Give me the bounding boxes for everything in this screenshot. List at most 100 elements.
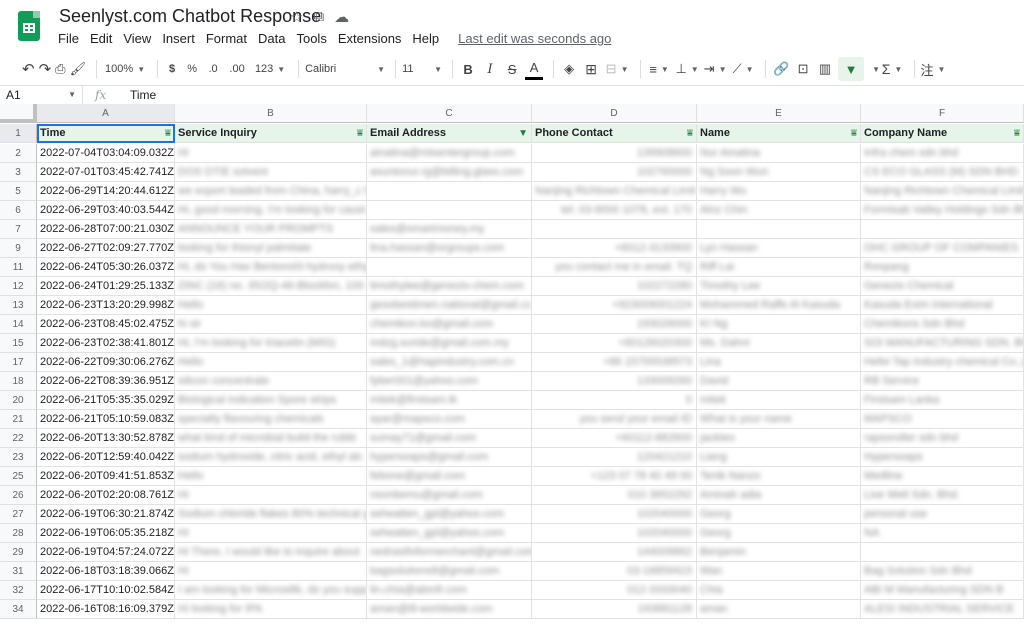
table-cell[interactable]: Formisab Valley Holdings Sdn Bh bbox=[861, 201, 1024, 220]
table-cell[interactable]: 102760000 bbox=[532, 163, 697, 182]
row-number[interactable]: 7 bbox=[0, 220, 37, 239]
table-cell[interactable]: +123 07 78 40 49 00 bbox=[532, 467, 697, 486]
row-number[interactable]: 18 bbox=[0, 372, 37, 391]
table-cell[interactable]: DOS DTIE solvent bbox=[175, 163, 367, 182]
insert-chart-icon[interactable]: ▥ bbox=[816, 57, 834, 81]
horizontal-align-icon[interactable]: ≡ ▼ bbox=[647, 57, 671, 81]
row-number[interactable]: 27 bbox=[0, 505, 37, 524]
column-header-a[interactable]: A bbox=[37, 104, 175, 123]
row-number[interactable]: 14 bbox=[0, 315, 37, 334]
table-cell[interactable]: Sodium chloride flakes 80% technical gr bbox=[175, 505, 367, 524]
column-header-e[interactable]: E bbox=[697, 104, 861, 123]
table-cell[interactable]: timothylee@genezis-chem.com bbox=[367, 277, 532, 296]
font-select[interactable]: Calibri ▼ bbox=[305, 57, 385, 81]
table-cell[interactable]: 2022-06-19T06:05:35.218Z bbox=[37, 524, 175, 543]
merge-cells-icon[interactable]: ⊟ ▼ bbox=[604, 57, 630, 81]
move-to-folder-icon[interactable]: ⧉ bbox=[313, 8, 324, 26]
table-cell[interactable] bbox=[367, 182, 532, 201]
table-cell[interactable]: chemikon.ko@gmail.com bbox=[367, 315, 532, 334]
table-cell[interactable]: 03-18859423 bbox=[532, 562, 697, 581]
percent-button[interactable]: % bbox=[184, 57, 200, 81]
table-cell[interactable]: 0 bbox=[532, 391, 697, 410]
increase-decimal-button[interactable]: .00 bbox=[226, 57, 248, 81]
table-cell[interactable]: ABI M Manufacturing SDN B bbox=[861, 581, 1024, 600]
italic-button[interactable]: I bbox=[481, 57, 499, 81]
header-cell-phone-contact[interactable]: Phone Contact ⩸ bbox=[532, 124, 697, 143]
last-edit-link[interactable]: Last edit was seconds ago bbox=[458, 31, 611, 46]
row-number[interactable]: 31 bbox=[0, 562, 37, 581]
row-number[interactable]: 11 bbox=[0, 258, 37, 277]
table-cell[interactable] bbox=[367, 201, 532, 220]
table-cell[interactable]: Hello bbox=[175, 467, 367, 486]
functions-button[interactable]: Σ ▼ bbox=[880, 57, 904, 81]
table-cell[interactable]: looking for thionyl palmitate bbox=[175, 239, 367, 258]
insert-link-icon[interactable]: 🔗 bbox=[772, 57, 790, 81]
formula-input[interactable]: Time bbox=[130, 86, 156, 104]
table-cell[interactable]: CS ECO GLASS (M) SDN BHD bbox=[861, 163, 1024, 182]
row-number[interactable]: 9 bbox=[0, 239, 37, 258]
table-cell[interactable]: 2022-06-29T14:20:44.612Z bbox=[37, 182, 175, 201]
header-cell-company-name[interactable]: Company Name ⩸ bbox=[861, 124, 1024, 143]
table-cell[interactable]: 012-3333040 bbox=[532, 581, 697, 600]
table-cell[interactable]: 139908600 bbox=[532, 144, 697, 163]
table-cell[interactable]: aman bbox=[697, 600, 861, 619]
table-cell[interactable]: Mohammed Raffe Al Kasuda bbox=[697, 296, 861, 315]
table-cell[interactable]: hi sir bbox=[175, 315, 367, 334]
table-cell[interactable]: 102272280 bbox=[532, 277, 697, 296]
filter-icon[interactable]: ▼ bbox=[838, 57, 865, 81]
row-number[interactable]: 17 bbox=[0, 353, 37, 372]
table-cell[interactable]: Hi looking for IPA bbox=[175, 600, 367, 619]
table-cell[interactable]: 010 3652292 bbox=[532, 486, 697, 505]
table-cell[interactable]: Georg bbox=[697, 524, 861, 543]
spreadsheet-grid[interactable]: A B C D E F 1 Time ⩸ Service Inquiry ⩸ Ema… bbox=[0, 104, 1024, 625]
table-cell[interactable] bbox=[367, 258, 532, 277]
menu-data[interactable]: Data bbox=[258, 31, 285, 46]
table-cell[interactable]: Chia bbox=[697, 581, 861, 600]
table-cell[interactable]: Hi, I'm looking for triacetin (MIG) bbox=[175, 334, 367, 353]
row-number[interactable]: 23 bbox=[0, 448, 37, 467]
table-cell[interactable]: Genezis Chemical bbox=[861, 277, 1024, 296]
table-cell[interactable]: lina.hassan@orgroups.com bbox=[367, 239, 532, 258]
filter-toggle-icon[interactable]: ⩸ bbox=[1014, 124, 1020, 142]
filter-toggle-icon[interactable]: ⩸ bbox=[165, 124, 171, 142]
table-cell[interactable]: febone@gmail.com bbox=[367, 467, 532, 486]
table-cell[interactable]: Hi, do You Hav Bentonol3 hydroxy ethy fi… bbox=[175, 258, 367, 277]
table-cell[interactable]: KI Ng bbox=[697, 315, 861, 334]
table-cell[interactable]: 2022-06-24T05:30:26.037Z bbox=[37, 258, 175, 277]
table-cell[interactable]: 2022-06-24T01:29:25.133Z bbox=[37, 277, 175, 296]
star-icon[interactable]: ☆ bbox=[290, 8, 303, 26]
column-header-c[interactable]: C bbox=[367, 104, 532, 123]
table-cell[interactable]: Kasuda Exim International bbox=[861, 296, 1024, 315]
menu-format[interactable]: Format bbox=[206, 31, 247, 46]
header-cell-service-inquiry[interactable]: Service Inquiry ⩸ bbox=[175, 124, 367, 143]
table-cell[interactable]: MAPSCO bbox=[861, 410, 1024, 429]
table-cell[interactable]: OHC GROUP OF COMPANIES bbox=[861, 239, 1024, 258]
table-cell[interactable]: Riff Lai bbox=[697, 258, 861, 277]
table-cell[interactable] bbox=[532, 220, 697, 239]
table-cell[interactable]: 193881128 bbox=[532, 600, 697, 619]
table-cell[interactable]: Ronpang bbox=[861, 258, 1024, 277]
table-cell[interactable] bbox=[697, 220, 861, 239]
print-icon[interactable]: ⎙ bbox=[55, 57, 65, 81]
table-cell[interactable]: sodium hydroxide, citric acid, ethyl alc bbox=[175, 448, 367, 467]
table-cell[interactable]: you contact me in email. TQ bbox=[532, 258, 697, 277]
undo-icon[interactable]: ↶ bbox=[22, 57, 35, 81]
filter-toggle-icon[interactable]: ⩸ bbox=[687, 124, 693, 142]
table-cell[interactable]: 2022-06-17T10:10:02.584Z bbox=[37, 581, 175, 600]
bold-button[interactable]: B bbox=[459, 57, 477, 81]
table-cell[interactable]: mitek@firstsam.lk bbox=[367, 391, 532, 410]
decrease-decimal-button[interactable]: .0 bbox=[204, 57, 222, 81]
row-number[interactable]: 32 bbox=[0, 581, 37, 600]
table-cell[interactable]: +923009001224 bbox=[532, 296, 697, 315]
table-cell[interactable]: Aminah adia bbox=[697, 486, 861, 505]
menu-tools[interactable]: Tools bbox=[296, 31, 326, 46]
table-cell[interactable]: 2022-06-23T02:38:41.801Z bbox=[37, 334, 175, 353]
table-cell[interactable]: Hypersoaps bbox=[861, 448, 1024, 467]
table-cell[interactable]: you send your email ID bbox=[532, 410, 697, 429]
table-cell[interactable]: Nur Ainatina bbox=[697, 144, 861, 163]
table-cell[interactable]: 102040000 bbox=[532, 505, 697, 524]
number-format-select[interactable]: 123 ▼ bbox=[252, 57, 288, 81]
table-cell[interactable]: Medline bbox=[861, 467, 1024, 486]
fill-color-icon[interactable]: ◈ bbox=[560, 57, 578, 81]
select-all-corner[interactable] bbox=[0, 104, 37, 123]
